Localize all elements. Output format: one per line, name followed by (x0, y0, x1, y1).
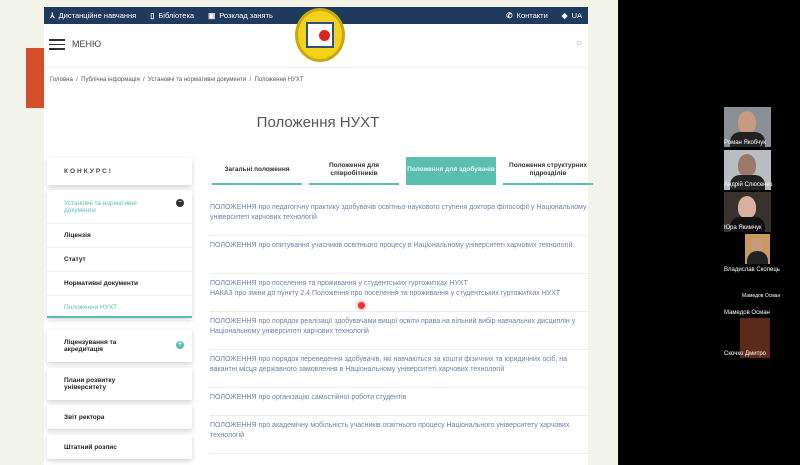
participant-name: Юра Якимчук (724, 225, 762, 231)
group-title-label: Установчі та нормативні документи (64, 199, 137, 214)
tab-units[interactable]: Положення структурних підрозділів (503, 157, 593, 185)
sidebar-group-title[interactable]: Установчі та нормативні документи − (47, 190, 192, 224)
document-link[interactable]: ПОЛОЖЕННЯ про опитування учасників освіт… (210, 236, 588, 274)
menu-button[interactable]: МЕНЮ (72, 39, 101, 49)
nav-schedule[interactable]: ▣ Розклад занять (208, 11, 273, 20)
university-logo[interactable] (295, 8, 345, 62)
sidebar-item[interactable]: Статут (47, 248, 192, 272)
participant-name: Роман Якобчук (724, 140, 766, 146)
participant-name: Мамедов Осман (742, 293, 781, 299)
document-link[interactable]: НАКАЗ про зміни до пункту 2.4 Положення … (210, 289, 588, 299)
tabs: Загальні положення Положення для співроб… (212, 157, 593, 185)
nav-distance[interactable]: ⅄ Дистанційне навчання (50, 11, 136, 20)
breadcrumb-current: Положення НУХТ (254, 77, 304, 83)
tab-staff[interactable]: Положення для співробітників (309, 157, 399, 185)
document-link[interactable]: ПОЛОЖЕННЯ про поселення та проживання у … (210, 279, 588, 289)
book-icon: ▯ (150, 11, 155, 20)
document-list: ПОЛОЖЕННЯ про педагогічну практику здобу… (210, 198, 588, 454)
section-label: Плани розвитку університету (64, 377, 116, 391)
participant-video[interactable] (745, 234, 770, 264)
breadcrumb: Головна / Публічна інформація / Установч… (50, 77, 304, 83)
breadcrumb-item[interactable]: Публічна інформація (81, 77, 140, 83)
shared-slide: ⅄ Дистанційне навчання ▯ Бібліотека ▣ Розкл… (0, 0, 618, 465)
slide-decoration (26, 48, 44, 108)
participant-name: Скочко Дмитро (724, 351, 767, 357)
sidebar-item-active[interactable]: Положення НУХТ (47, 296, 192, 320)
sidebar-item[interactable]: Нормативні документи (47, 272, 192, 296)
document-link[interactable]: ПОЛОЖЕННЯ про організацію самостійної ро… (210, 388, 588, 416)
collapse-icon[interactable]: − (176, 199, 184, 207)
sidebar-contest[interactable]: КОНКУРС! (47, 158, 192, 185)
calendar-icon: ▣ (208, 11, 216, 20)
tab-students[interactable]: Положення для здобувачів (406, 157, 496, 185)
list-item: ПОЛОЖЕННЯ про поселення та проживання у … (210, 274, 588, 312)
document-link[interactable]: ПОЛОЖЕННЯ про педагогічну практику здобу… (210, 198, 588, 236)
sidebar-section[interactable]: Плани розвитку університету (47, 368, 192, 400)
participant-name: Владислав Скопець (724, 267, 780, 273)
document-link[interactable]: ПОЛОЖЕННЯ про порядок переведення здобув… (210, 350, 588, 388)
sidebar-item[interactable]: Ліцензія (47, 224, 192, 248)
website: ⅄ Дистанційне навчання ▯ Бібліотека ▣ Розкл… (44, 7, 593, 465)
nav-contacts[interactable]: ✆ Контакти (506, 11, 548, 20)
section-label: Ліцензування та акредитація (64, 339, 117, 353)
sidebar-group: Установчі та нормативні документи − Ліцен… (47, 190, 192, 320)
hamburger-icon[interactable] (49, 39, 65, 50)
section-label: Звіт ректора (64, 413, 105, 421)
distance-icon: ⅄ (50, 11, 55, 20)
search-icon[interactable]: ○ (576, 38, 582, 49)
section-label: Штатний розпис (64, 443, 117, 451)
document-link[interactable]: ПОЛОЖЕННЯ про порядок реалізації здобува… (210, 312, 588, 350)
breadcrumb-item[interactable]: Головна (50, 77, 73, 83)
expand-icon[interactable]: + (176, 341, 184, 349)
breadcrumb-item[interactable]: Установчі та нормативні документи (148, 77, 246, 83)
participant-name: Мамедов Осман (724, 310, 770, 316)
globe-icon: ◆ (561, 11, 568, 20)
sidebar-section[interactable]: Ліцензування та акредитація + (47, 330, 192, 362)
page-title: Положення НУХТ (256, 114, 380, 131)
sidebar-section[interactable]: Штатний розпис (47, 435, 192, 459)
pointer-cursor (358, 302, 365, 309)
nav-language[interactable]: ◆ UA (562, 11, 582, 20)
tab-general[interactable]: Загальні положення (212, 157, 302, 185)
sidebar-section[interactable]: Звіт ректора (47, 405, 192, 429)
site-header: МЕНЮ ○ (44, 8, 588, 68)
document-link[interactable]: ПОЛОЖЕННЯ про академічну мобільність уча… (210, 416, 588, 454)
participant-name: Андрій Слюсенко (724, 182, 773, 188)
phone-icon: ✆ (506, 11, 513, 20)
nav-library[interactable]: ▯ Бібліотека (150, 11, 194, 20)
